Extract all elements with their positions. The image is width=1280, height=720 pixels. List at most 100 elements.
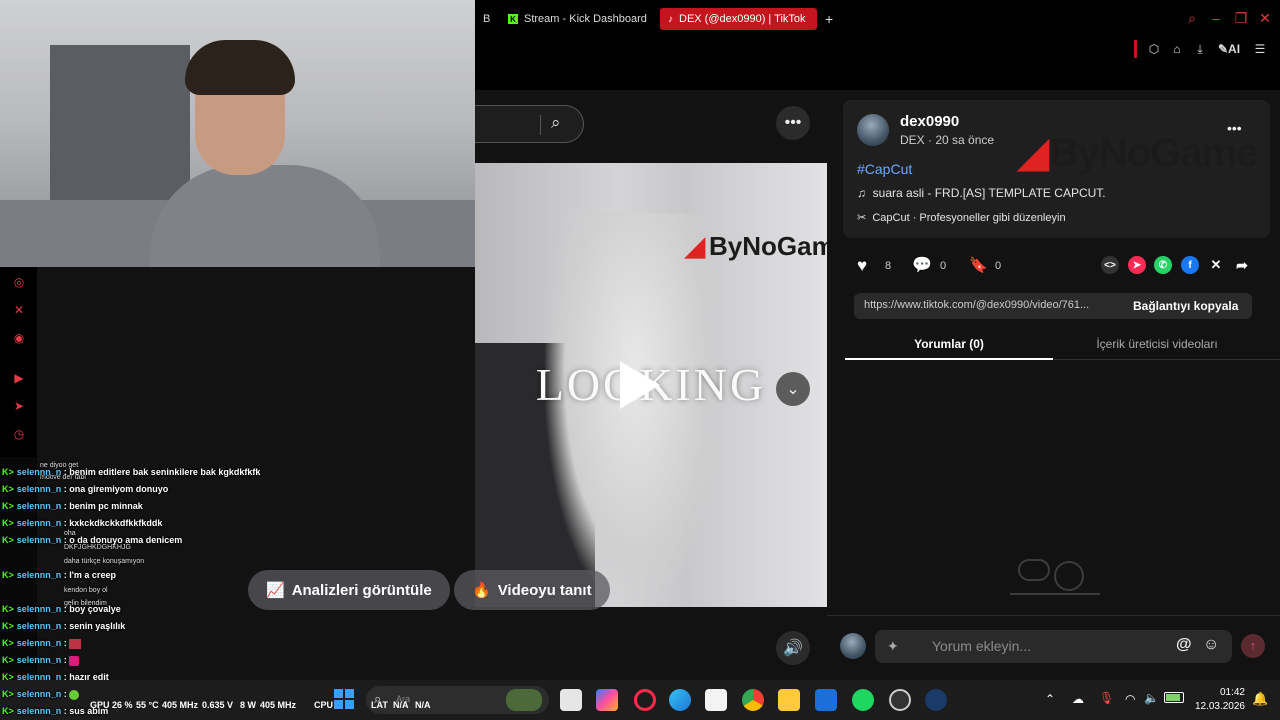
post-comment-button[interactable]: ↑	[1241, 634, 1265, 658]
video-player[interactable]: ◢ ByNoGam LOOKING	[475, 163, 827, 607]
restore-icon[interactable]: ❐	[1233, 10, 1249, 26]
copilot-icon[interactable]	[596, 689, 618, 711]
chrome-icon[interactable]	[742, 689, 764, 711]
chat-message: K> selennn_n :	[2, 655, 80, 666]
clock-icon[interactable]: ◷	[11, 426, 27, 442]
chat-message: K> selennn_n :	[2, 689, 80, 700]
close-icon[interactable]: ✕	[1257, 10, 1273, 26]
social-sidebar: ◎ ✕ ◉ ▶ ➤ ◷	[0, 267, 37, 457]
whatsapp-icon[interactable]: ✆	[1154, 256, 1172, 274]
obs-icon[interactable]	[889, 689, 911, 711]
emote-icon	[69, 655, 80, 666]
hashtag-link[interactable]: #CapCut	[857, 161, 912, 177]
menu-icon[interactable]: ☰	[1251, 40, 1269, 58]
capcut-row[interactable]: ✂ CapCut · Profesyoneller gibi düzenleyi…	[857, 211, 1066, 224]
tab-kick-dashboard[interactable]: K Stream - Kick Dashboard	[500, 8, 655, 30]
chat-ghost-line: DKFJGHKDGHKHJG	[64, 544, 131, 551]
instagram-icon[interactable]: ◎	[11, 274, 27, 290]
microphone-icon[interactable]: 🎙	[1099, 691, 1114, 705]
telegram-icon[interactable]: ➤	[11, 398, 27, 414]
chart-icon: 📈	[266, 582, 285, 599]
sticker-icon[interactable]: ✦	[887, 638, 899, 655]
send-icon[interactable]: ➤	[1128, 256, 1146, 274]
tiktok-icon: ♪	[668, 13, 673, 25]
emote-icon	[69, 689, 80, 700]
x-social-icon[interactable]: ✕	[11, 302, 27, 318]
bookmark-icon[interactable]: 🔖	[969, 256, 988, 274]
tab-partial[interactable]: B	[475, 8, 498, 30]
spotify-icon[interactable]	[852, 689, 874, 711]
search-input[interactable]: ⌕	[475, 105, 584, 143]
bynogame-logo-icon: ◢	[685, 231, 705, 261]
chat-message: K> selennn_n : senin yaşlılık	[2, 621, 126, 631]
gpu-power: 8 W	[240, 700, 257, 710]
comment-placeholder: Yorum ekleyin...	[932, 638, 1032, 654]
cloud-icon[interactable]: ☁	[1072, 692, 1084, 706]
next-video-button[interactable]: ⌄	[776, 372, 810, 406]
discord-icon[interactable]: ◉	[11, 330, 27, 346]
search-highlight-image	[506, 689, 542, 711]
wifi-icon[interactable]: ◠	[1125, 692, 1135, 706]
video-more-options-button[interactable]: •••	[776, 106, 810, 140]
emote-icon	[69, 638, 82, 649]
extensions-icon[interactable]: ⬡	[1145, 40, 1163, 58]
comment-icon[interactable]: 💬	[912, 255, 932, 275]
task-view-icon[interactable]	[560, 689, 582, 711]
share-icon[interactable]: ➦	[1233, 256, 1251, 274]
toolbar-divider	[1134, 40, 1137, 58]
clock-time[interactable]: 01:42	[1195, 687, 1245, 698]
avatar[interactable]	[857, 114, 889, 146]
chat-message: K> selennn_n : o da donuyo ama denicem	[2, 535, 183, 545]
tab-tiktok[interactable]: ♪ DEX (@dex0990) | TikTok	[660, 8, 817, 30]
na-value-2: N/A	[415, 700, 431, 710]
tab-creator-videos[interactable]: İçerik üreticisi videoları	[1053, 330, 1261, 360]
search-icon[interactable]: ⌕	[551, 113, 561, 133]
windows-start-icon[interactable]	[334, 689, 354, 709]
copy-link-button[interactable]: Bağlantıyı kopyala	[1133, 299, 1238, 313]
ai-icon: ✎	[1217, 42, 1229, 56]
taskbar-search[interactable]: ⌕ Ara LAT N/A N/A	[366, 686, 549, 714]
view-analytics-button[interactable]: 📈 Analizleri görüntüle	[248, 570, 450, 610]
steam-icon[interactable]	[925, 689, 947, 711]
tab-comments[interactable]: Yorumlar (0)	[845, 330, 1053, 360]
youtube-icon[interactable]: ▶	[11, 370, 27, 386]
facebook-icon[interactable]: f	[1181, 256, 1199, 274]
x-icon[interactable]: ✕	[1207, 256, 1225, 274]
clock-date[interactable]: 12.03.2026	[1190, 701, 1245, 712]
new-tab-button[interactable]: +	[817, 8, 841, 30]
search-tabs-icon[interactable]: ⌕	[1184, 10, 1200, 26]
chat-message: K> selennn_n : ona giremiyom donuyo	[2, 484, 169, 494]
embed-icon[interactable]: <>	[1101, 256, 1119, 274]
minimize-icon[interactable]: –	[1208, 10, 1224, 26]
mention-icon[interactable]: @	[1176, 636, 1192, 654]
username[interactable]: dex0990	[900, 113, 959, 130]
na-value-1: N/A	[393, 700, 409, 710]
chat-message: K> selennn_n :	[2, 638, 82, 649]
cpu-label: CPU	[314, 700, 334, 710]
battery-icon[interactable]	[1164, 692, 1184, 703]
my-avatar	[840, 633, 866, 659]
file-explorer-icon[interactable]	[778, 689, 800, 711]
speaker-icon[interactable]: 🔈	[1144, 691, 1159, 705]
download-icon[interactable]: ⤓	[1191, 40, 1209, 58]
chat-message: K> selennn_n : boy çovalye	[2, 604, 121, 614]
play-icon[interactable]	[620, 361, 660, 409]
edge-icon[interactable]	[669, 689, 691, 711]
notification-icon[interactable]: 🔔	[1252, 691, 1268, 707]
volume-button[interactable]: 🔊	[776, 631, 810, 665]
profile-icon[interactable]: ⌂	[1168, 40, 1186, 58]
store-icon[interactable]	[705, 689, 727, 711]
mem-clock: 405 MHz	[260, 700, 297, 710]
ai-button[interactable]: ✎AI	[1215, 40, 1243, 58]
sound-row[interactable]: ♫ suara asli - FRD.[AS] TEMPLATE CAPCUT.	[857, 186, 1106, 200]
like-count: 8	[885, 260, 892, 272]
opera-icon[interactable]	[634, 689, 656, 711]
emoji-icon[interactable]: ☺	[1203, 636, 1219, 654]
comment-input[interactable]: ✦ Yorum ekleyin... @ ☺	[875, 630, 1232, 663]
promote-video-button[interactable]: 🔥 Videoyu tanıt	[454, 570, 610, 610]
chat-message: K> selennn_n : benim pc minnak	[2, 501, 143, 511]
mail-icon[interactable]	[815, 689, 837, 711]
share-url[interactable]: https://www.tiktok.com/@dex0990/video/76…	[864, 299, 1089, 311]
like-icon[interactable]: ♥	[857, 256, 867, 276]
chevron-up-icon[interactable]: ⌃	[1045, 692, 1055, 706]
